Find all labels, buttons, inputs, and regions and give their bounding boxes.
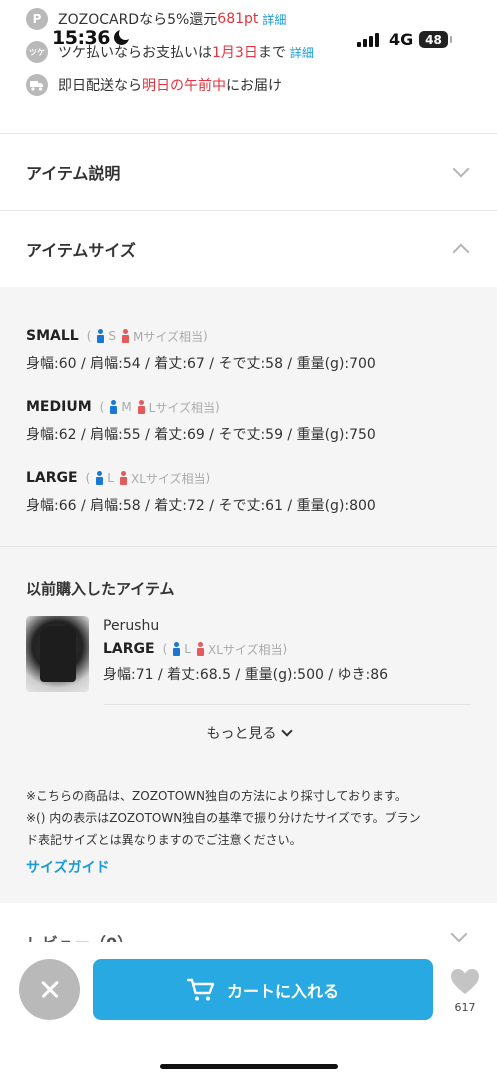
favorite-count: 617 bbox=[454, 1001, 476, 1014]
previous-item-brand: Perushu bbox=[103, 618, 160, 634]
chevron-down-icon bbox=[280, 725, 293, 737]
divider bbox=[0, 546, 497, 547]
male-size: L bbox=[184, 642, 191, 656]
chevron-down-icon bbox=[452, 160, 470, 178]
size-notes: ※こちらの商品は、ZOZOTOWN独自の方法により採寸しております。 ※() 内… bbox=[26, 785, 471, 851]
note-line: ※こちらの商品は、ZOZOTOWN独自の方法により採寸しております。 bbox=[26, 789, 407, 803]
network-type: 4G bbox=[389, 30, 414, 49]
item-description-accordion[interactable]: アイテム説明 bbox=[0, 134, 497, 210]
delivery-suffix: にお届け bbox=[226, 78, 282, 94]
female-figure-icon bbox=[196, 642, 204, 656]
size-name: SMALL bbox=[26, 328, 79, 344]
female-figure-icon bbox=[119, 471, 127, 485]
points-icon: P bbox=[26, 8, 48, 30]
size-name: MEDIUM bbox=[26, 399, 92, 415]
size-equivalent: (L XLサイズ相当) bbox=[85, 471, 211, 486]
female-size: Lサイズ相当 bbox=[148, 400, 215, 415]
male-size: S bbox=[108, 329, 117, 343]
size-block-small: SMALL (S Mサイズ相当) 身幅:60 / 肩幅:54 / 着丈:67 / … bbox=[26, 325, 376, 373]
favorite-button[interactable]: 617 bbox=[447, 968, 483, 1014]
previous-items-title: 以前購入したアイテム bbox=[26, 580, 175, 598]
moon-icon bbox=[114, 27, 132, 45]
size-block-medium: MEDIUM (M Lサイズ相当) 身幅:62 / 肩幅:55 / 着丈:69 /… bbox=[26, 396, 376, 444]
deferred-payment-icon: ツケ bbox=[26, 41, 48, 63]
deferred-payment-suffix: まで bbox=[257, 45, 286, 61]
delivery-text: 即日配送なら bbox=[58, 78, 142, 94]
female-figure-icon bbox=[137, 400, 145, 414]
heart-icon bbox=[451, 969, 479, 994]
size-measurements: 身幅:60 / 肩幅:54 / 着丈:67 / そで丈:58 / 重量(g):7… bbox=[26, 356, 376, 372]
size-measurements: 身幅:66 / 肩幅:58 / 着丈:72 / そで丈:61 / 重量(g):8… bbox=[26, 498, 376, 514]
add-to-cart-button[interactable]: カートに入れる bbox=[93, 959, 433, 1020]
close-button[interactable] bbox=[19, 959, 80, 1020]
battery-cap bbox=[450, 36, 452, 43]
previous-item-size: LARGE bbox=[103, 641, 155, 657]
show-more-label: もっと見る bbox=[206, 726, 277, 742]
status-time: 15:36 bbox=[52, 27, 110, 49]
note-line: ド表記サイズとは異なりますのでご注意ください。 bbox=[26, 833, 302, 847]
size-equivalent: (S Mサイズ相当) bbox=[86, 329, 208, 344]
delivery-highlight: 明日の午前中 bbox=[142, 78, 226, 94]
male-size: L bbox=[107, 471, 114, 485]
female-size: XLサイズ相当 bbox=[130, 471, 206, 486]
male-figure-icon bbox=[96, 471, 104, 485]
male-figure-icon bbox=[173, 642, 181, 656]
size-equivalent: (M Lサイズ相当) bbox=[99, 400, 220, 415]
size-block-large: LARGE (L XLサイズ相当) 身幅:66 / 肩幅:58 / 着丈:72 /… bbox=[26, 467, 376, 515]
previous-item-measurements: 身幅:71 / 着丈:68.5 / 重量(g):500 / ゆき:86 bbox=[103, 667, 389, 683]
show-more-button[interactable]: もっと見る bbox=[0, 720, 497, 746]
battery-icon: 48 bbox=[419, 31, 448, 48]
item-size-title: アイテムサイズ bbox=[26, 241, 136, 260]
chevron-down-icon bbox=[450, 925, 468, 943]
female-figure-icon bbox=[122, 329, 130, 343]
card-points-text: ZOZOCARDなら5%還元 bbox=[58, 12, 218, 28]
size-equivalent: (L XLサイズ相当) bbox=[162, 642, 288, 657]
card-points-value: 681pt bbox=[217, 11, 259, 27]
item-description-title: アイテム説明 bbox=[26, 164, 121, 183]
previous-item-thumbnail[interactable] bbox=[26, 616, 89, 692]
card-details-link[interactable]: 詳細 bbox=[262, 11, 286, 28]
size-guide-link[interactable]: サイズガイド bbox=[26, 857, 110, 877]
female-size: XLサイズ相当 bbox=[207, 642, 283, 657]
size-measurements: 身幅:62 / 肩幅:55 / 着丈:69 / そで丈:59 / 重量(g):7… bbox=[26, 427, 376, 443]
item-size-accordion[interactable]: アイテムサイズ bbox=[0, 211, 497, 287]
divider bbox=[104, 704, 471, 705]
note-line: ※() 内の表示はZOZOTOWN独自の基準で振り分けたサイズです。ブラン bbox=[26, 811, 421, 825]
signal-icon bbox=[357, 33, 379, 47]
cart-icon bbox=[186, 978, 215, 1000]
add-to-cart-label: カートに入れる bbox=[226, 981, 339, 1001]
deferred-payment-date: 1月3日 bbox=[212, 45, 258, 61]
size-name: LARGE bbox=[26, 470, 78, 486]
previous-item[interactable]: Perushu LARGE (L XLサイズ相当) 身幅:71 / 着丈:68.5… bbox=[26, 616, 471, 706]
truck-icon bbox=[26, 74, 48, 96]
home-indicator bbox=[160, 1064, 338, 1069]
male-figure-icon bbox=[97, 329, 105, 343]
delivery-row: 即日配送なら 明日の午前中 にお届け bbox=[26, 72, 282, 98]
male-figure-icon bbox=[110, 400, 118, 414]
male-size: M bbox=[121, 400, 132, 414]
deferred-details-link[interactable]: 詳細 bbox=[290, 44, 314, 61]
female-size: Mサイズ相当 bbox=[133, 329, 204, 344]
chevron-up-icon bbox=[452, 243, 470, 261]
